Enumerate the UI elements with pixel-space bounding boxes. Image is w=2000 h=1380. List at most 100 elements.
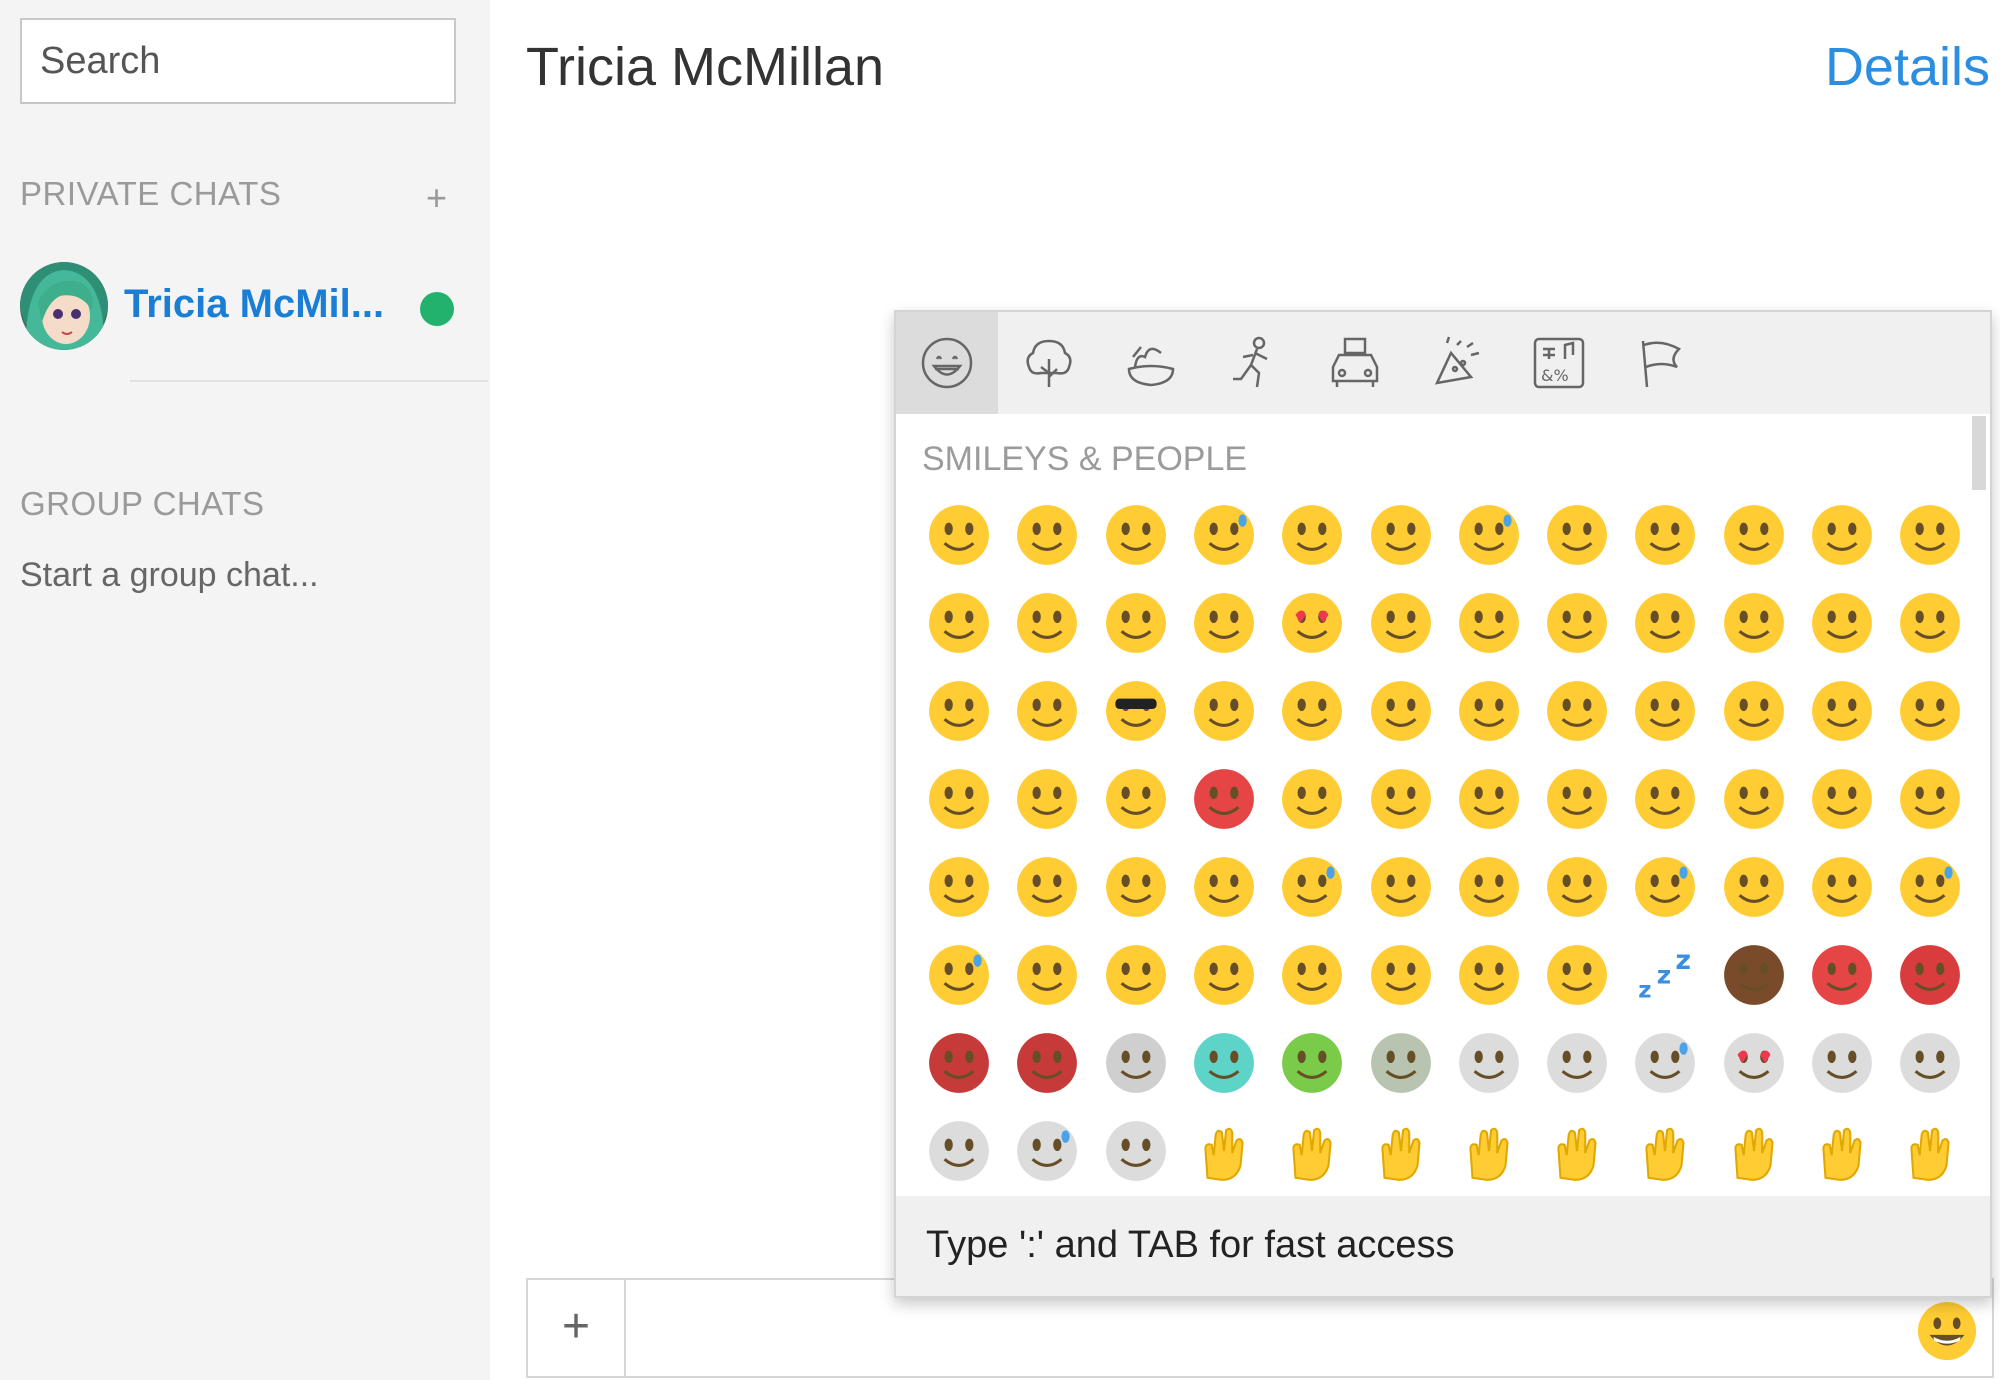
angry-face-with-horns-icon[interactable]: [1897, 942, 1963, 1008]
smiling-face-with-horns-icon[interactable]: [1809, 942, 1875, 1008]
angry-face-icon[interactable]: [1103, 766, 1169, 832]
scrollbar-thumb[interactable]: [1972, 416, 1986, 490]
neutral-face-icon[interactable]: [1456, 678, 1522, 744]
zipper-mouth-face-icon[interactable]: [1191, 942, 1257, 1008]
tab-objects[interactable]: [1406, 312, 1508, 414]
smiling-face-with-halo-icon[interactable]: [1632, 502, 1698, 568]
victory-hand-icon[interactable]: [1809, 1118, 1875, 1184]
face-with-rolling-eyes-icon[interactable]: [1721, 678, 1787, 744]
smiling-face-with-sunglasses-icon[interactable]: [1103, 678, 1169, 744]
grimacing-face-icon[interactable]: [1014, 502, 1080, 568]
pouting-cat-icon[interactable]: [1103, 1118, 1169, 1184]
expressionless-face-icon[interactable]: [1544, 678, 1610, 744]
unamused-face-icon[interactable]: [1632, 678, 1698, 744]
start-group-chat-link[interactable]: Start a group chat...: [20, 556, 319, 595]
downcast-face-with-sweat-icon[interactable]: [1897, 854, 1963, 920]
alien-icon[interactable]: [1279, 1030, 1345, 1096]
confused-face-icon[interactable]: [1368, 766, 1434, 832]
tired-face-icon[interactable]: [1809, 766, 1875, 832]
beaming-face-icon[interactable]: [1103, 502, 1169, 568]
kissing-face-with-closed-eyes-icon[interactable]: [1632, 590, 1698, 656]
smirking-face-icon[interactable]: [1279, 678, 1345, 744]
add-private-chat-button[interactable]: +: [426, 180, 447, 216]
emoji-picker-button[interactable]: [1916, 1300, 1978, 1362]
anguished-face-icon[interactable]: [1544, 854, 1610, 920]
tab-smileys-people[interactable]: [896, 312, 998, 414]
oncoming-fist-icon[interactable]: [1632, 1118, 1698, 1184]
grinning-squinting-face-icon[interactable]: [1544, 502, 1610, 568]
tab-travel-places[interactable]: [1304, 312, 1406, 414]
hushed-face-icon[interactable]: [1368, 854, 1434, 920]
frowning-face-icon[interactable]: [1544, 766, 1610, 832]
raised-fist-icon[interactable]: [1721, 1118, 1787, 1184]
ghost-icon[interactable]: [1191, 1030, 1257, 1096]
face-blowing-a-kiss-icon[interactable]: [1368, 590, 1434, 656]
thumbs-up-icon[interactable]: [1456, 1118, 1522, 1184]
face-with-open-mouth-icon[interactable]: [1014, 854, 1080, 920]
money-mouth-face-icon[interactable]: [926, 678, 992, 744]
tab-food-drink[interactable]: [1100, 312, 1202, 414]
weary-face-icon[interactable]: [1897, 766, 1963, 832]
slightly-frowning-face-icon[interactable]: [1456, 766, 1522, 832]
goblin-icon[interactable]: [1014, 1030, 1080, 1096]
squinting-face-with-tongue-icon[interactable]: [1809, 590, 1875, 656]
upside-down-face-icon[interactable]: [926, 590, 992, 656]
tab-animals-nature[interactable]: [998, 312, 1100, 414]
grinning-face-with-sweat-icon[interactable]: [1456, 502, 1522, 568]
thinking-face-icon[interactable]: [1809, 678, 1875, 744]
drooling-face-icon[interactable]: [1809, 854, 1875, 920]
kissing-face-with-smiling-eyes-icon[interactable]: [1544, 590, 1610, 656]
zzz-icon[interactable]: zzz: [1632, 942, 1698, 1008]
smiling-cat-with-heart-eyes-icon[interactable]: [1721, 1030, 1787, 1096]
smiling-face-icon[interactable]: [1014, 590, 1080, 656]
worried-face-icon[interactable]: [1014, 766, 1080, 832]
crying-face-icon[interactable]: [1632, 854, 1698, 920]
tab-flags[interactable]: [1610, 312, 1712, 414]
winking-face-icon[interactable]: [1721, 502, 1787, 568]
face-without-mouth-icon[interactable]: [1368, 678, 1434, 744]
weary-cat-icon[interactable]: [926, 1118, 992, 1184]
face-with-thermometer-icon[interactable]: [1368, 942, 1434, 1008]
fearful-face-icon[interactable]: [1191, 854, 1257, 920]
chat-item-tricia[interactable]: Tricia McMil...: [0, 250, 488, 380]
smiling-face-with-big-eyes-icon[interactable]: [1279, 502, 1345, 568]
sad-but-relieved-face-icon[interactable]: [1721, 854, 1787, 920]
tab-activity[interactable]: [1202, 312, 1304, 414]
ok-hand-icon[interactable]: [1897, 1118, 1963, 1184]
sleeping-face-icon[interactable]: [1544, 942, 1610, 1008]
cat-with-tears-of-joy-icon[interactable]: [1632, 1030, 1698, 1096]
kissing-face-icon[interactable]: [1456, 590, 1522, 656]
grinning-face-icon[interactable]: [926, 502, 992, 568]
face-with-tongue-icon[interactable]: [1897, 590, 1963, 656]
face-with-head-bandage-icon[interactable]: [1456, 942, 1522, 1008]
tab-symbols[interactable]: &%: [1508, 312, 1610, 414]
grinning-cat-with-smiling-eyes-icon[interactable]: [1544, 1030, 1610, 1096]
ogre-icon[interactable]: [926, 1030, 992, 1096]
face-screaming-in-fear-icon[interactable]: [1103, 854, 1169, 920]
slightly-smiling-face-icon[interactable]: [1897, 502, 1963, 568]
kissing-cat-icon[interactable]: [1897, 1030, 1963, 1096]
face-with-medical-mask-icon[interactable]: [1279, 942, 1345, 1008]
waving-hand-icon[interactable]: [1368, 1118, 1434, 1184]
nerd-face-icon[interactable]: [1014, 678, 1080, 744]
face-with-tears-of-joy-icon[interactable]: [1191, 502, 1257, 568]
pile-of-poo-icon[interactable]: [1721, 942, 1787, 1008]
smiling-face-with-smiling-eyes-icon[interactable]: [1809, 502, 1875, 568]
thumbs-down-icon[interactable]: [1544, 1118, 1610, 1184]
astonished-face-icon[interactable]: [1103, 942, 1169, 1008]
hugging-face-icon[interactable]: [1191, 678, 1257, 744]
loudly-crying-face-icon[interactable]: [926, 942, 992, 1008]
disappointed-face-icon[interactable]: [926, 766, 992, 832]
flushed-face-icon[interactable]: [1897, 678, 1963, 744]
anxious-face-with-sweat-icon[interactable]: [1279, 854, 1345, 920]
relieved-face-icon[interactable]: [1191, 590, 1257, 656]
attach-button[interactable]: +: [528, 1280, 626, 1376]
pensive-face-icon[interactable]: [1279, 766, 1345, 832]
details-link[interactable]: Details: [1825, 36, 1990, 98]
confounded-face-icon[interactable]: [1721, 766, 1787, 832]
persevering-face-icon[interactable]: [1632, 766, 1698, 832]
winking-face-with-tongue-icon[interactable]: [1721, 590, 1787, 656]
grinning-cat-icon[interactable]: [1456, 1030, 1522, 1096]
frowning-face-with-open-mouth-icon[interactable]: [1456, 854, 1522, 920]
smiling-face-with-heart-eyes-icon[interactable]: [1279, 590, 1345, 656]
